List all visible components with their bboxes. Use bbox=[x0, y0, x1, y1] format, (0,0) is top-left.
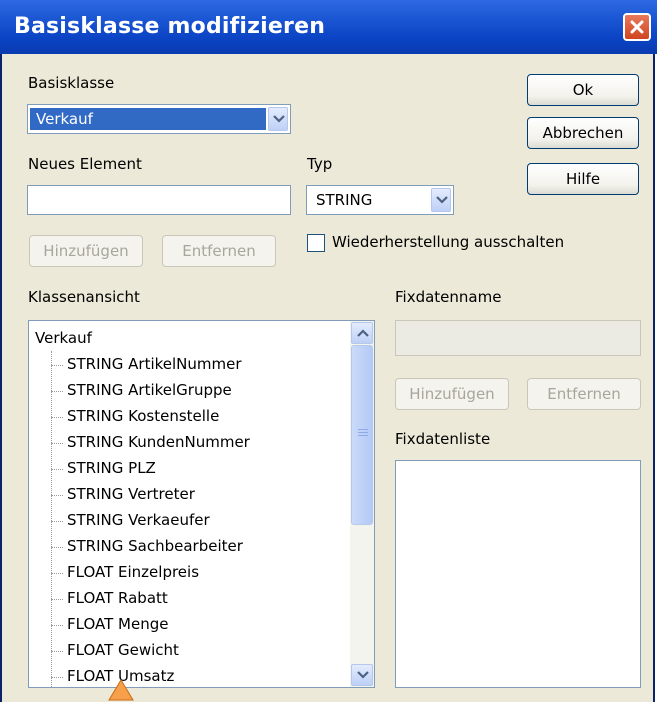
tree-item[interactable]: STRING Vertreter bbox=[67, 485, 195, 503]
fixdatenliste-list[interactable] bbox=[395, 460, 641, 688]
klassenansicht-tree[interactable]: Verkauf STRING ArtikelNummer STRING Artik… bbox=[28, 320, 375, 688]
tree-scrollbar[interactable] bbox=[350, 321, 374, 687]
tree-connector bbox=[51, 417, 63, 418]
entfernen-button[interactable]: Entfernen bbox=[162, 235, 276, 267]
tree-root-verkauf[interactable]: Verkauf bbox=[35, 329, 92, 347]
tree-item[interactable]: FLOAT Einzelpreis bbox=[67, 563, 199, 581]
tree-item[interactable]: FLOAT Rabatt bbox=[67, 589, 168, 607]
basisklasse-label: Basisklasse bbox=[28, 74, 115, 92]
tree-connector bbox=[51, 573, 63, 574]
basisklasse-select[interactable]: Verkauf bbox=[27, 104, 291, 134]
title-bar[interactable]: Basisklasse modifizieren bbox=[0, 0, 657, 54]
tree-connector bbox=[51, 651, 63, 652]
tree-item[interactable]: FLOAT Gewicht bbox=[67, 641, 179, 659]
fixdatenname-input[interactable] bbox=[395, 320, 641, 356]
close-button[interactable] bbox=[623, 13, 651, 41]
tree-connector bbox=[51, 625, 63, 626]
abbrechen-button[interactable]: Abbrechen bbox=[527, 117, 639, 149]
tree-connector bbox=[51, 677, 63, 678]
tree-connector bbox=[51, 521, 63, 522]
tree-item[interactable]: STRING Kostenstelle bbox=[67, 407, 219, 425]
tree-connector bbox=[51, 443, 63, 444]
fix-hinzufuegen-button[interactable]: Hinzufügen bbox=[395, 378, 509, 410]
close-icon bbox=[630, 20, 644, 34]
chevron-down-icon bbox=[436, 196, 448, 204]
mouse-cursor-icon bbox=[108, 679, 134, 701]
tree-item[interactable]: FLOAT Menge bbox=[67, 615, 168, 633]
arrow-down-icon bbox=[357, 671, 369, 679]
tree-connector bbox=[51, 547, 63, 548]
tree-connector bbox=[51, 599, 63, 600]
tree-item[interactable]: STRING KundenNummer bbox=[67, 433, 250, 451]
tree-item[interactable]: STRING ArtikelGruppe bbox=[67, 381, 232, 399]
neues-element-label: Neues Element bbox=[28, 155, 142, 173]
tree-connector bbox=[51, 351, 52, 687]
typ-value: STRING bbox=[316, 191, 373, 209]
typ-label: Typ bbox=[307, 155, 333, 173]
fix-entfernen-button[interactable]: Entfernen bbox=[527, 378, 641, 410]
tree-item[interactable]: STRING Verkaeufer bbox=[67, 511, 210, 529]
tree-connector bbox=[51, 365, 63, 366]
window-title: Basisklasse modifizieren bbox=[14, 14, 326, 39]
tree-item[interactable]: STRING Sachbearbeiter bbox=[67, 537, 243, 555]
basisklasse-dropdown-button[interactable] bbox=[268, 107, 288, 131]
scroll-down-button[interactable] bbox=[351, 664, 373, 686]
klassenansicht-label: Klassenansicht bbox=[28, 288, 140, 306]
tree-connector bbox=[51, 391, 63, 392]
hinzufuegen-button[interactable]: Hinzufügen bbox=[29, 235, 143, 267]
basisklasse-value: Verkauf bbox=[30, 108, 266, 130]
neues-element-input[interactable] bbox=[27, 185, 291, 215]
scroll-thumb[interactable] bbox=[351, 345, 373, 525]
tree-item[interactable]: STRING PLZ bbox=[67, 459, 156, 477]
tree-item[interactable]: STRING ArtikelNummer bbox=[67, 355, 242, 373]
arrow-up-icon bbox=[357, 329, 369, 337]
typ-select[interactable]: STRING bbox=[306, 185, 454, 215]
fixdatenliste-label: Fixdatenliste bbox=[395, 430, 491, 448]
chevron-down-icon bbox=[273, 115, 285, 123]
ok-button[interactable]: Ok bbox=[527, 74, 639, 106]
tree-connector bbox=[51, 469, 63, 470]
fixdatenname-label: Fixdatenname bbox=[395, 288, 502, 306]
scroll-up-button[interactable] bbox=[351, 322, 373, 344]
hilfe-button[interactable]: Hilfe bbox=[527, 163, 639, 195]
typ-dropdown-button[interactable] bbox=[431, 188, 451, 212]
tree-connector bbox=[51, 495, 63, 496]
wiederherstellung-label: Wiederherstellung ausschalten bbox=[332, 233, 565, 251]
wiederherstellung-checkbox[interactable] bbox=[307, 234, 325, 252]
